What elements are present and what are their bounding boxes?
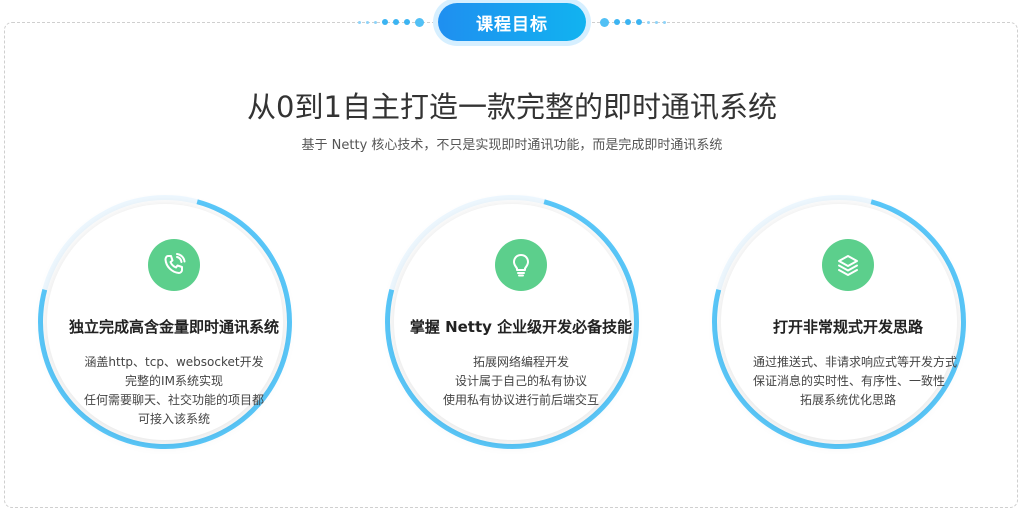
card-desc-line: 涵盖http、tcp、websocket开发 — [84, 355, 264, 369]
card-desc-line: 拓展网络编程开发 — [472, 355, 569, 369]
right-dots-decoration — [600, 17, 666, 27]
goal-card-1: 独立完成高含金量即时通讯系统 涵盖http、tcp、websocket开发 完整… — [0, 148, 339, 496]
card-disc: 独立完成高含金量即时通讯系统 涵盖http、tcp、websocket开发 完整… — [47, 204, 283, 440]
lightbulb-icon — [495, 239, 547, 291]
layers-icon — [822, 239, 874, 291]
card-disc: 打开非常规式开发思路 通过推送式、非请求响应式等开发方式 保证消息的实时性、有序… — [721, 204, 957, 440]
card-title: 掌握 Netty 企业级开发必备技能 — [409, 318, 633, 336]
card-desc-line: 设计属于自己的私有协议 — [454, 374, 587, 388]
left-dots-decoration — [358, 17, 424, 27]
card-title: 打开非常规式开发思路 — [772, 318, 923, 336]
section-badge: 课程目标 — [438, 3, 586, 41]
page-title: 从0到1自主打造一款完整的即时通讯系统 — [247, 90, 777, 124]
card-disc: 掌握 Netty 企业级开发必备技能 拓展网络编程开发 设计属于自己的私有协议 … — [394, 204, 632, 440]
card-description: 拓展网络编程开发 设计属于自己的私有协议 使用私有协议进行前后端交互 — [426, 353, 616, 410]
page-subtitle: 基于 Netty 核心技术，不只是实现即时通讯功能，而是完成即时通讯系统 — [301, 138, 723, 153]
card-desc-line: 拓展系统优化思路 — [799, 393, 896, 407]
goal-card-3: 打开非常规式开发思路 通过推送式、非请求响应式等开发方式 保证消息的实时性、有序… — [665, 148, 1013, 496]
card-desc-line: 任何需要聊天、社交功能的项目都 — [83, 393, 264, 407]
card-desc-line: 使用私有协议进行前后端交互 — [442, 393, 599, 407]
card-title: 独立完成高含金量即时通讯系统 — [68, 318, 279, 336]
card-desc-line: 可接入该系统 — [137, 412, 210, 426]
card-desc-line: 完整的IM系统实现 — [125, 374, 223, 388]
section-badge-row: 课程目标 — [0, 3, 1024, 41]
card-description: 通过推送式、非请求响应式等开发方式 保证消息的实时性、有序性、一致性 拓展系统优… — [753, 353, 958, 410]
card-desc-line: 通过推送式、非请求响应式等开发方式 — [753, 355, 958, 369]
goal-card-2: 掌握 Netty 企业级开发必备技能 拓展网络编程开发 设计属于自己的私有协议 … — [338, 148, 686, 496]
card-description: 涵盖http、tcp、websocket开发 完整的IM系统实现 任何需要聊天、… — [79, 353, 269, 429]
phone-icon — [148, 239, 200, 291]
card-desc-line: 保证消息的实时性、有序性、一致性 — [753, 374, 946, 388]
